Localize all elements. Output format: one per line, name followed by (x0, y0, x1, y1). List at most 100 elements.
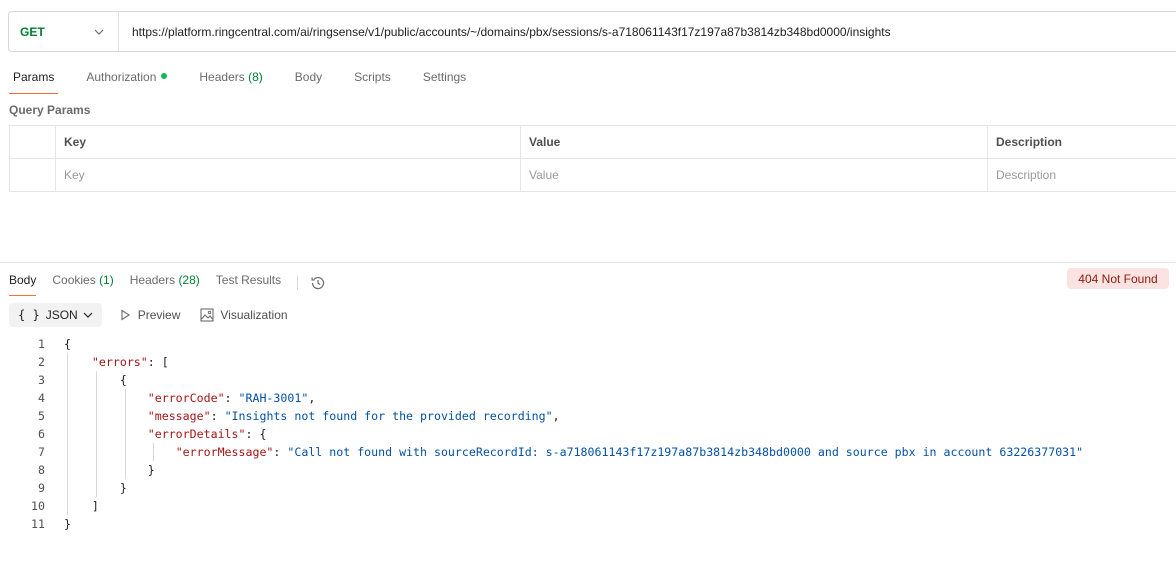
tab-response-body[interactable]: Body (9, 270, 37, 296)
json-punctuation: : (210, 409, 225, 423)
code-line: 11} (0, 515, 1176, 533)
tab-separator (297, 276, 299, 290)
tab-label: Authorization (86, 70, 157, 84)
line-number: 7 (38, 445, 45, 459)
tab-label: Test Results (215, 273, 282, 287)
response-body-viewer[interactable]: 1{2 "errors": [3 {4 "errorCode": "RAH-30… (0, 335, 1176, 533)
code-text: } (64, 479, 127, 497)
line-number: 3 (38, 373, 45, 387)
value-input[interactable]: Value (520, 159, 987, 191)
tab-params[interactable]: Params (9, 66, 59, 94)
code-line: 8 } (0, 461, 1176, 479)
tab-count: (28) (178, 273, 200, 287)
tab-settings[interactable]: Settings (419, 66, 470, 94)
tab-label: Params (13, 70, 55, 84)
chevron-down-icon (92, 25, 106, 39)
json-punctuation: } (64, 463, 155, 477)
visualization-button[interactable]: Visualization (200, 308, 288, 322)
code-text: "message": "Insights not found for the p… (64, 407, 560, 425)
code-text: "errorMessage": "Call not found with sou… (64, 443, 1083, 461)
tab-authorization[interactable]: Authorization (82, 66, 171, 94)
tab-label: Body (9, 273, 37, 287)
table-header-row: Key Value Description (9, 126, 1176, 159)
json-punctuation: : (273, 445, 288, 459)
chevron-down-icon (81, 308, 95, 322)
image-icon (200, 308, 214, 322)
json-punctuation (64, 409, 148, 423)
url-input[interactable]: https://platform.ringcentral.com/ai/ring… (119, 25, 891, 39)
json-punctuation: } (64, 517, 71, 531)
value-column-header: Value (520, 126, 987, 158)
json-punctuation (64, 445, 176, 459)
tab-headers[interactable]: Headers (8) (195, 66, 266, 94)
tab-label: Body (294, 70, 323, 84)
json-punctuation (64, 427, 148, 441)
json-key: "errorMessage" (175, 445, 274, 459)
line-number: 1 (38, 337, 45, 351)
code-line: 3 { (0, 371, 1176, 389)
json-punctuation: , (308, 391, 316, 405)
json-punctuation (64, 391, 148, 405)
line-number: 11 (31, 517, 45, 531)
checkbox-column-header (9, 126, 55, 158)
tab-scripts[interactable]: Scripts (350, 66, 395, 94)
code-text: "errorDetails": { (64, 425, 267, 443)
json-string-value: "Call not found with sourceRecordId: s-a… (287, 445, 1084, 459)
pane-divider[interactable] (0, 262, 1176, 263)
code-line: 9 } (0, 479, 1176, 497)
tab-response-headers[interactable]: Headers (28) (130, 270, 200, 296)
tab-cookies[interactable]: Cookies (1) (52, 270, 113, 296)
json-punctuation: { (64, 337, 71, 351)
row-checkbox-cell (9, 159, 55, 191)
tab-test-results[interactable]: Test Results (216, 270, 281, 296)
json-punctuation: : [ (147, 355, 169, 369)
json-punctuation: } (64, 481, 127, 495)
code-text: ] (64, 497, 99, 515)
tab-count: (8) (248, 70, 263, 84)
json-key: "errors" (91, 355, 148, 369)
json-punctuation: ] (64, 499, 99, 513)
status-badge[interactable]: 404 Not Found (1067, 268, 1169, 289)
code-text: } (64, 515, 71, 533)
code-text: { (64, 371, 127, 389)
response-tabs: Body Cookies (1) Headers (28) Test Resul… (9, 270, 328, 296)
tab-label: Cookies (52, 273, 96, 287)
code-line: 6 "errorDetails": { (0, 425, 1176, 443)
line-number: 4 (38, 391, 45, 405)
json-punctuation: : { (245, 427, 267, 441)
preview-label: Preview (137, 308, 181, 322)
key-input[interactable]: Key (55, 159, 520, 191)
json-key: "errorDetails" (147, 427, 246, 441)
line-number: 8 (38, 463, 45, 477)
code-text: } (64, 461, 155, 479)
body-toolbar: { } JSON Preview Visualization (9, 303, 308, 327)
json-punctuation (64, 355, 92, 369)
json-string-value: "RAH-3001" (238, 391, 309, 405)
key-column-header: Key (55, 126, 520, 158)
tab-label: Headers (129, 273, 176, 287)
code-line: 2 "errors": [ (0, 353, 1176, 371)
method-select[interactable]: GET (9, 12, 119, 51)
json-string-value: "Insights not found for the provided rec… (224, 409, 553, 423)
code-text: "errors": [ (64, 353, 169, 371)
preview-button[interactable]: Preview (118, 308, 181, 322)
table-row: Key Value Description (9, 159, 1176, 192)
json-punctuation: , (552, 409, 560, 423)
method-label: GET (20, 24, 45, 39)
tab-count: (1) (99, 273, 114, 287)
tab-body[interactable]: Body (291, 66, 326, 94)
json-key: "message" (147, 409, 211, 423)
format-select[interactable]: { } JSON (9, 303, 102, 327)
description-column-header: Description (987, 126, 1176, 158)
url-bar: GET https://platform.ringcentral.com/ai/… (8, 11, 1176, 52)
params-table: Key Value Description Key Value Descript… (9, 125, 1176, 192)
code-text: "errorCode": "RAH-3001", (64, 389, 316, 407)
history-icon[interactable] (310, 274, 328, 292)
line-number: 5 (38, 409, 45, 423)
json-key: "errorCode" (147, 391, 225, 405)
description-input[interactable]: Description (987, 159, 1176, 191)
line-number: 9 (38, 481, 45, 495)
json-punctuation: { (64, 373, 127, 387)
tab-label: Scripts (354, 70, 391, 84)
code-line: 10 ] (0, 497, 1176, 515)
